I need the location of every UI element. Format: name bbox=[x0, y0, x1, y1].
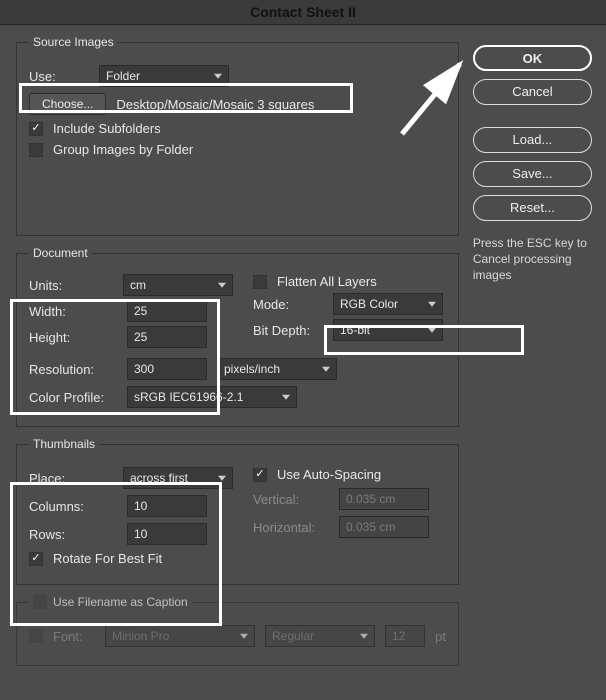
load-button[interactable]: Load... bbox=[473, 127, 592, 153]
cancel-button[interactable]: Cancel bbox=[473, 79, 592, 105]
document-group: Document Units: cm Width: 25 Height: 25 bbox=[16, 246, 459, 427]
caption-legend: Use Filename as Caption bbox=[53, 595, 188, 609]
width-label: Width: bbox=[29, 304, 117, 319]
esc-hint: Press the ESC key to Cancel processing i… bbox=[473, 235, 592, 284]
include-subfolders-label: Include Subfolders bbox=[53, 121, 161, 136]
bitdepth-select[interactable]: 16-bit bbox=[333, 319, 443, 341]
include-subfolders-checkbox[interactable] bbox=[29, 122, 43, 136]
rotate-checkbox[interactable] bbox=[29, 552, 43, 566]
group-by-folder-row[interactable]: Group Images by Folder bbox=[29, 142, 446, 157]
horizontal-label: Horizontal: bbox=[253, 520, 329, 535]
rows-input[interactable]: 10 bbox=[127, 523, 207, 545]
group-by-folder-label: Group Images by Folder bbox=[53, 142, 193, 157]
font-size-input: 12 bbox=[385, 625, 425, 647]
columns-label: Columns: bbox=[29, 499, 117, 514]
use-label: Use: bbox=[29, 69, 89, 84]
font-style-select: Regular bbox=[265, 625, 375, 647]
resolution-units-select[interactable]: pixels/inch bbox=[217, 358, 337, 380]
height-label: Height: bbox=[29, 330, 117, 345]
caption-checkbox[interactable] bbox=[33, 595, 47, 609]
source-images-group: Source Images Use: Folder Choose... Desk… bbox=[16, 35, 459, 236]
horizontal-input: 0.035 cm bbox=[339, 516, 429, 538]
colorprofile-select[interactable]: sRGB IEC61966-2.1 bbox=[127, 386, 297, 408]
resolution-label: Resolution: bbox=[29, 362, 117, 377]
units-label: Units: bbox=[29, 278, 113, 293]
vertical-input: 0.035 cm bbox=[339, 488, 429, 510]
place-select[interactable]: across first bbox=[123, 467, 233, 489]
document-legend: Document bbox=[29, 246, 92, 260]
place-label: Place: bbox=[29, 471, 113, 486]
font-family-select: Minion Pro bbox=[105, 625, 255, 647]
folder-path: Desktop/Mosaic/Mosaic 3 squares bbox=[116, 97, 314, 112]
choose-folder-button[interactable]: Choose... bbox=[29, 93, 106, 115]
units-select[interactable]: cm bbox=[123, 274, 233, 296]
resolution-input[interactable]: 300 bbox=[127, 358, 207, 380]
rows-label: Rows: bbox=[29, 527, 117, 542]
font-checkbox bbox=[29, 629, 43, 643]
reset-button[interactable]: Reset... bbox=[473, 195, 592, 221]
flatten-row[interactable]: Flatten All Layers bbox=[253, 274, 446, 289]
columns-input[interactable]: 10 bbox=[127, 495, 207, 517]
colorprofile-label: Color Profile: bbox=[29, 390, 117, 405]
thumbnails-legend: Thumbnails bbox=[29, 437, 99, 451]
pt-label: pt bbox=[435, 629, 446, 644]
ok-button[interactable]: OK bbox=[473, 45, 592, 71]
height-input[interactable]: 25 bbox=[127, 326, 207, 348]
autospacing-row[interactable]: Use Auto-Spacing bbox=[253, 467, 446, 482]
bitdepth-label: Bit Depth: bbox=[253, 323, 323, 338]
vertical-label: Vertical: bbox=[253, 492, 329, 507]
dialog-title: Contact Sheet II bbox=[0, 0, 606, 25]
caption-group: Use Filename as Caption Font: Minion Pro… bbox=[16, 595, 459, 666]
rotate-row[interactable]: Rotate For Best Fit bbox=[29, 551, 233, 566]
save-button[interactable]: Save... bbox=[473, 161, 592, 187]
mode-select[interactable]: RGB Color bbox=[333, 293, 443, 315]
include-subfolders-row[interactable]: Include Subfolders bbox=[29, 121, 446, 136]
autospacing-checkbox[interactable] bbox=[253, 468, 267, 482]
source-images-legend: Source Images bbox=[29, 35, 118, 49]
rotate-label: Rotate For Best Fit bbox=[53, 551, 162, 566]
group-by-folder-checkbox[interactable] bbox=[29, 143, 43, 157]
flatten-checkbox[interactable] bbox=[253, 275, 267, 289]
mode-label: Mode: bbox=[253, 297, 323, 312]
width-input[interactable]: 25 bbox=[127, 300, 207, 322]
use-select[interactable]: Folder bbox=[99, 65, 229, 87]
autospacing-label: Use Auto-Spacing bbox=[277, 467, 381, 482]
font-label: Font: bbox=[53, 629, 95, 644]
flatten-label: Flatten All Layers bbox=[277, 274, 377, 289]
thumbnails-group: Thumbnails Place: across first Columns: … bbox=[16, 437, 459, 585]
